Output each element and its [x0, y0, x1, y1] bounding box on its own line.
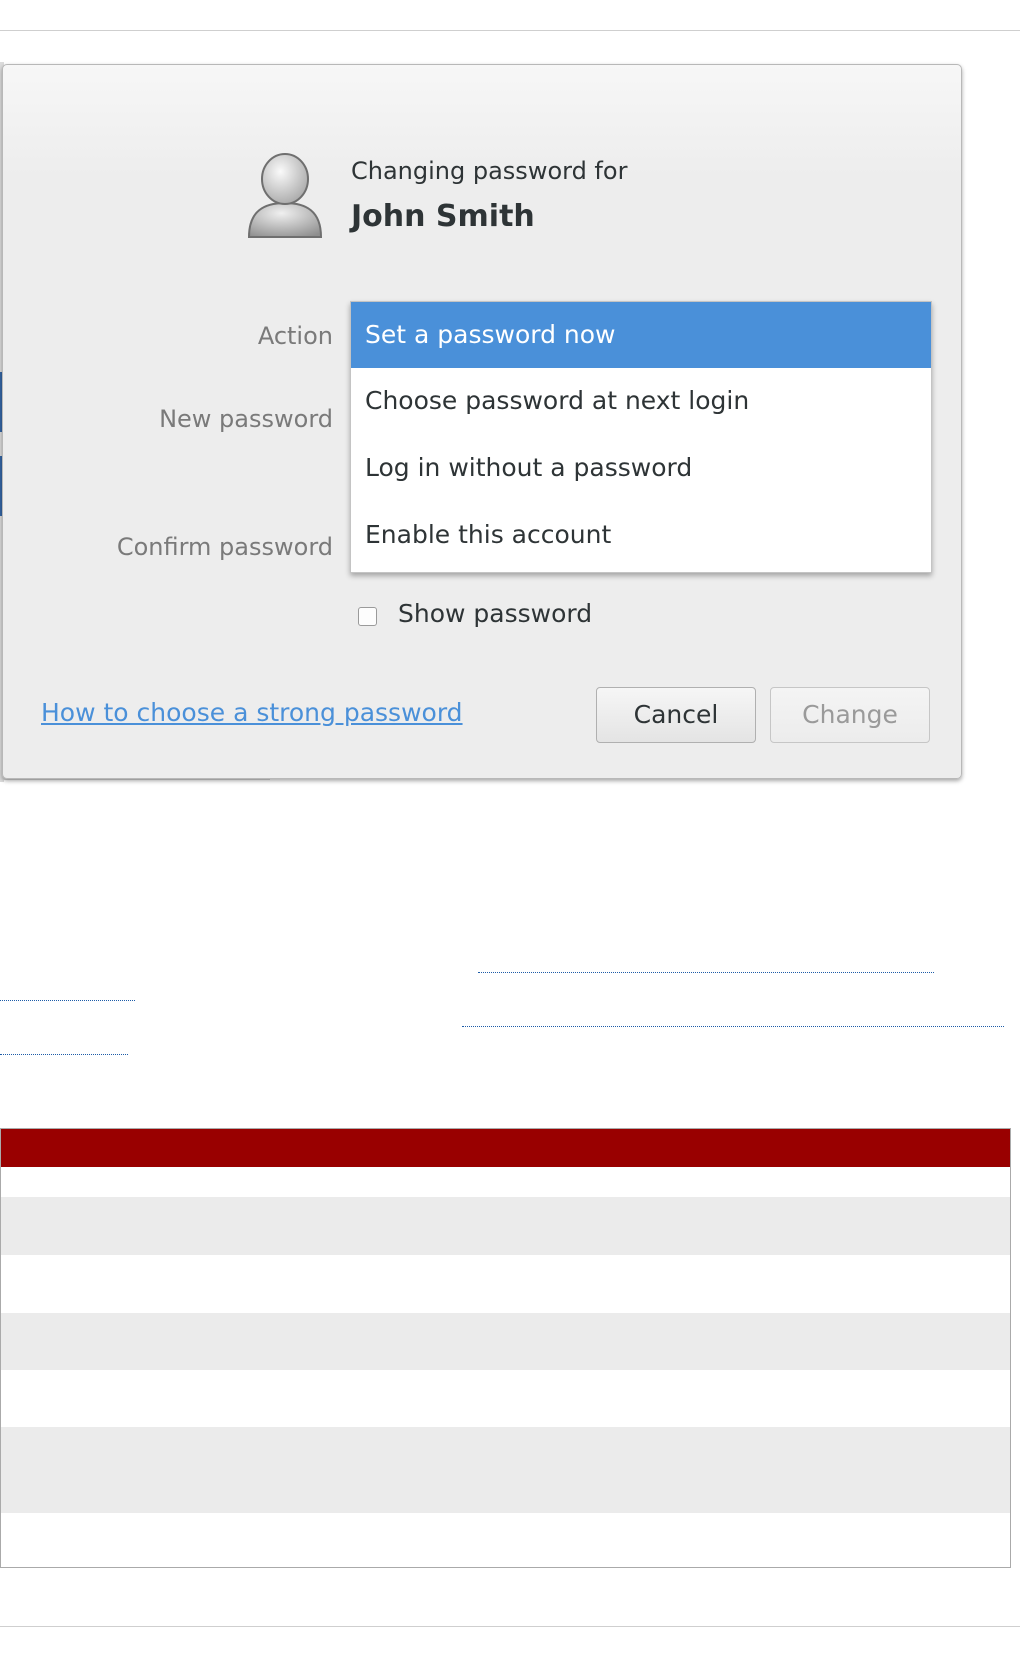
table-row [1, 1427, 1010, 1513]
change-button[interactable]: Change [770, 687, 930, 743]
dialog-caption: Changing password for [351, 157, 628, 185]
show-password-label[interactable]: Show password [398, 599, 592, 628]
bottom-divider [0, 1626, 1020, 1627]
strong-password-help-link[interactable]: How to choose a strong password [41, 698, 463, 727]
link-underline[interactable] [478, 972, 934, 973]
confirm-password-label: Confirm password [116, 533, 333, 561]
link-underline[interactable] [0, 1054, 128, 1055]
table-row [1, 1313, 1010, 1370]
screenshot: Changing password for John Smith Action … [0, 62, 964, 782]
action-label: Action [257, 322, 333, 350]
show-password-checkbox[interactable] [358, 607, 377, 626]
table-row [1, 1167, 1010, 1197]
user-avatar-icon [247, 153, 323, 238]
action-dropdown-menu[interactable]: Set a password now Choose password at ne… [350, 301, 932, 573]
menu-item-set-password-now[interactable]: Set a password now [351, 302, 931, 368]
menu-item-choose-at-next-login[interactable]: Choose password at next login [351, 368, 931, 434]
user-name: John Smith [351, 199, 535, 234]
cancel-button[interactable]: Cancel [596, 687, 756, 743]
table-row [1, 1197, 1010, 1255]
table-header [1, 1129, 1010, 1167]
link-underline[interactable] [0, 1000, 135, 1001]
table-row [1, 1370, 1010, 1427]
new-password-label: New password [159, 405, 333, 433]
table-row [1, 1255, 1010, 1313]
menu-item-login-without-password[interactable]: Log in without a password [351, 435, 931, 501]
top-divider [0, 30, 1020, 31]
menu-item-enable-account[interactable]: Enable this account [351, 502, 931, 568]
change-password-dialog: Changing password for John Smith Action … [2, 64, 962, 779]
table-row [1, 1513, 1010, 1567]
data-table [0, 1128, 1011, 1568]
link-underline[interactable] [462, 1026, 1004, 1027]
